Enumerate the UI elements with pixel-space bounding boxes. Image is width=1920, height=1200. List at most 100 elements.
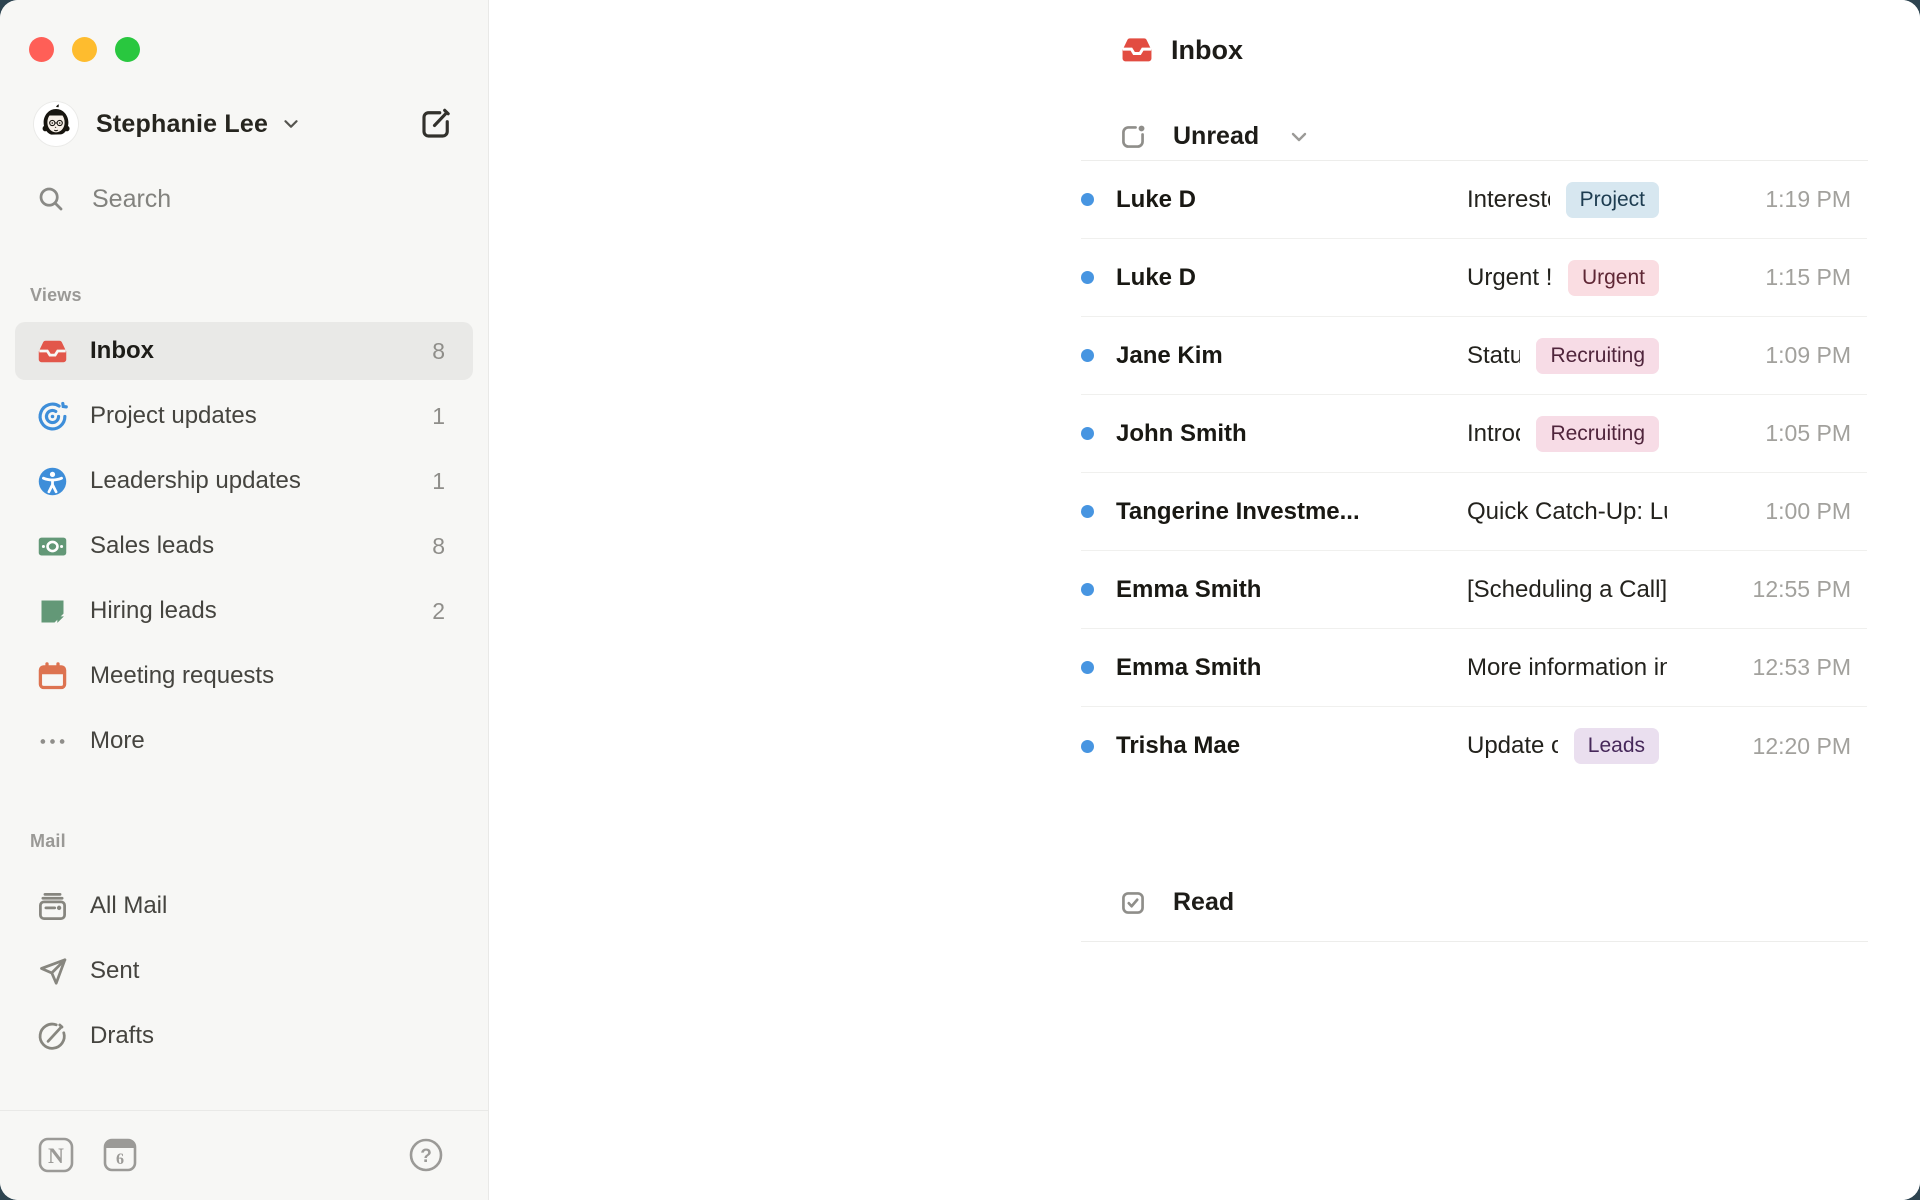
email-sender: Jane Kim (1116, 342, 1441, 370)
inbox-icon (1120, 33, 1154, 67)
sidebar-item-label: Sales leads (90, 532, 214, 560)
unread-dot-icon (1081, 271, 1094, 284)
email-row[interactable]: Emma Smith More information in Lumi Inc.… (1081, 629, 1867, 707)
search-input[interactable]: Search (36, 184, 171, 214)
calendar-badge-icon[interactable]: 6 (100, 1135, 140, 1175)
minimize-window-button[interactable] (72, 37, 97, 62)
email-label: Recruiting (1536, 416, 1659, 452)
unread-count: 8 (432, 338, 445, 365)
sidebar-item-label: All Mail (90, 892, 167, 920)
sidebar-item-sales-leads[interactable]: Sales leads 8 (15, 517, 473, 575)
help-icon[interactable]: ? (406, 1135, 446, 1175)
email-row[interactable]: Luke D Urgent ! Access needed to teamspa… (1081, 239, 1867, 317)
unread-dot-icon (1081, 427, 1094, 440)
email-row[interactable]: John Smith Introduction Call - Sales Rol… (1081, 395, 1867, 473)
email-sender: Trisha Mae (1116, 732, 1441, 760)
avatar (34, 102, 78, 146)
email-subject: Interested in project Lumi, open to a co… (1467, 186, 1550, 214)
unread-count: 1 (432, 403, 445, 430)
help-glyph: ? (420, 1146, 432, 1167)
email-time: 1:05 PM (1667, 420, 1867, 447)
all-mail-icon (36, 890, 69, 923)
unread-email-list: Luke D Interested in project Lumi, open … (1081, 161, 1867, 785)
email-row[interactable]: Jane Kim Status of open program manager … (1081, 317, 1867, 395)
sidebar-item-drafts[interactable]: Drafts (15, 1007, 473, 1065)
unread-dot-icon (1081, 349, 1094, 362)
email-row[interactable]: Trisha Mae Update on Project Lumi Leads … (1081, 707, 1867, 785)
zoom-window-button[interactable] (115, 37, 140, 62)
sidebar-item-more[interactable]: More (15, 712, 473, 770)
sidebar-item-inbox[interactable]: Inbox 8 (15, 322, 473, 380)
email-time: 12:55 PM (1667, 576, 1867, 603)
page-header: Inbox (1120, 33, 1243, 67)
notion-badge-letter: N (48, 1143, 64, 1168)
search-placeholder: Search (92, 185, 171, 214)
sidebar-item-label: More (90, 727, 145, 755)
send-icon (36, 955, 69, 988)
close-window-button[interactable] (29, 37, 54, 62)
sidebar-footer: N 6 ? (0, 1110, 488, 1200)
email-time: 12:53 PM (1667, 654, 1867, 681)
person-circle-icon (36, 465, 69, 498)
email-row[interactable]: Emma Smith [Scheduling a Call] Emma Smit… (1081, 551, 1867, 629)
divider (1081, 941, 1868, 942)
email-label: Leads (1574, 728, 1659, 764)
mail-section-label: Mail (30, 831, 66, 852)
unread-dot-icon (1081, 505, 1094, 518)
email-label: Project (1566, 182, 1659, 218)
email-row[interactable]: Luke D Interested in project Lumi, open … (1081, 161, 1867, 239)
search-icon (36, 184, 66, 214)
sidebar-item-meeting-requests[interactable]: Meeting requests (15, 647, 473, 705)
email-subject: [Scheduling a Call] Emma Smith, Horizon … (1467, 576, 1667, 604)
email-time: 1:00 PM (1667, 498, 1867, 525)
sidebar-item-label: Project updates (90, 402, 257, 430)
unread-count: 8 (432, 533, 445, 560)
sidebar-item-leadership-updates[interactable]: Leadership updates 1 (15, 452, 473, 510)
window-controls (29, 37, 140, 62)
email-time: 12:20 PM (1667, 733, 1867, 760)
note-icon (36, 595, 69, 628)
email-time: 1:15 PM (1667, 264, 1867, 291)
email-subject: Status of open program manager role (1467, 342, 1520, 370)
chevron-down-icon (1287, 125, 1311, 149)
unread-dot-icon (1081, 193, 1094, 206)
email-sender: Luke D (1116, 264, 1441, 292)
unread-count: 1 (432, 468, 445, 495)
target-icon (36, 400, 69, 433)
email-subject: Urgent ! Access needed to teamspace (1467, 264, 1552, 292)
calendar-icon (36, 660, 69, 693)
compose-button[interactable] (418, 106, 454, 142)
ellipsis-icon (36, 725, 69, 758)
email-sender: Emma Smith (1116, 576, 1441, 604)
sidebar-item-label: Drafts (90, 1022, 154, 1050)
sidebar-item-sent[interactable]: Sent (15, 942, 473, 1000)
email-sender: Luke D (1116, 186, 1441, 214)
email-sender: Emma Smith (1116, 654, 1441, 682)
email-subject: Update on Project Lumi (1467, 732, 1558, 760)
sidebar-item-all-mail[interactable]: All Mail (15, 877, 473, 935)
sidebar-item-label: Leadership updates (90, 467, 301, 495)
sidebar-item-label: Hiring leads (90, 597, 217, 625)
unread-dot-icon (1081, 583, 1094, 596)
unread-checkbox-icon (1119, 123, 1147, 151)
draft-icon (36, 1020, 69, 1053)
account-switcher[interactable]: Stephanie Lee (34, 101, 454, 147)
email-row[interactable]: Tangerine Investme... Quick Catch-Up: Lu… (1081, 473, 1867, 551)
sidebar-item-hiring-leads[interactable]: Hiring leads 2 (15, 582, 473, 640)
mail-list-panel: Inbox Auto label (489, 0, 1920, 1200)
sidebar-item-project-updates[interactable]: Project updates 1 (15, 387, 473, 445)
views-nav: Inbox 8 Project updates 1 (15, 322, 473, 777)
notion-badge-icon[interactable]: N (36, 1135, 76, 1175)
app-window: Stephanie Lee Search Views (0, 0, 1920, 1200)
unread-section-header[interactable]: Unread (1119, 122, 1311, 151)
email-time: 1:09 PM (1667, 342, 1867, 369)
email-time: 1:19 PM (1667, 186, 1867, 213)
sidebar-item-label: Inbox (90, 337, 154, 365)
unread-dot-icon (1081, 740, 1094, 753)
mail-nav: All Mail Sent Drafts (15, 877, 473, 1072)
email-label: Recruiting (1536, 338, 1659, 374)
inbox-icon (36, 335, 69, 368)
read-checkbox-icon (1119, 889, 1147, 917)
calendar-badge-number: 6 (116, 1151, 124, 1168)
read-section-header[interactable]: Read (1119, 888, 1234, 917)
